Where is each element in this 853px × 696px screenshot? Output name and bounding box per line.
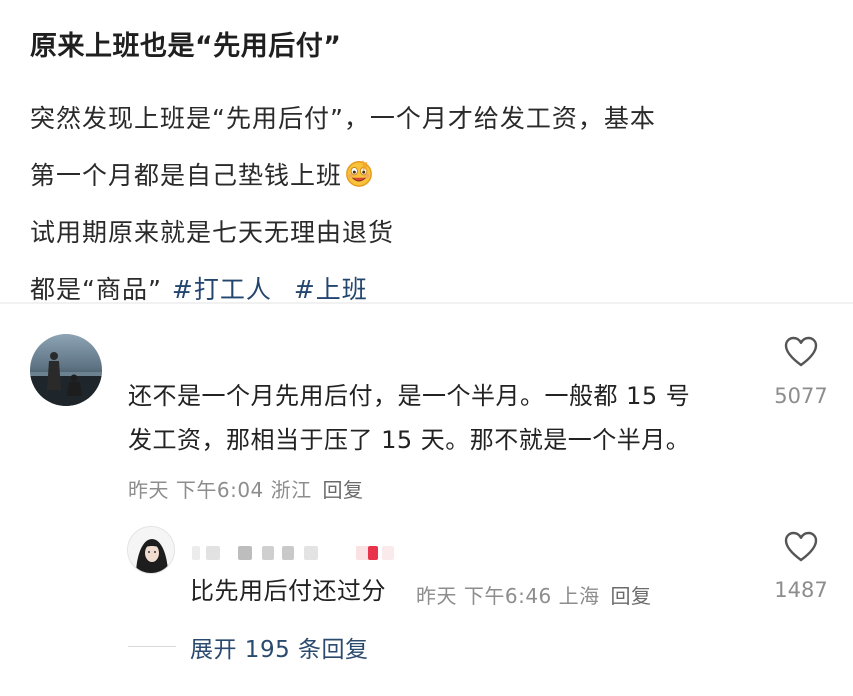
- post-line-text: 都是“商品”: [30, 275, 162, 304]
- post-body: 突然发现上班是“先用后付”，一个月才给发工资，基本 第一个月都是自己垫钱上班 试…: [30, 90, 656, 318]
- like-count: 1487: [774, 578, 828, 602]
- comment-text: 还不是一个月先用后付，是一个半月。一般都 15 号 发工资，那相当于压了 15 …: [128, 374, 690, 462]
- like-button[interactable]: [771, 336, 831, 368]
- blur-block: [192, 546, 200, 560]
- post-line-with-emoji: 第一个月都是自己垫钱上班: [30, 147, 656, 204]
- expand-replies-button[interactable]: 展开 195 条回复: [190, 630, 369, 664]
- comment-time-location: 昨天 下午6:04 浙江: [128, 478, 312, 502]
- reply-meta: 昨天 下午6:46 上海 回复: [416, 580, 652, 609]
- post-line-with-tags: 都是“商品” #打工人 #上班: [30, 261, 656, 318]
- post-title: 原来上班也是“先用后付”: [30, 31, 342, 62]
- like-count: 5077: [774, 384, 828, 408]
- reply-text: 比先用后付还过分: [190, 577, 386, 605]
- post-line: 试用期原来就是七天无理由退货: [30, 218, 395, 247]
- avatar[interactable]: [30, 334, 102, 406]
- avatar-photo-icon: [128, 527, 174, 573]
- blur-block: [262, 546, 274, 560]
- avatar[interactable]: [127, 526, 175, 574]
- comment-line: 发工资，那相当于压了 15 天。那不就是一个半月。: [128, 426, 691, 454]
- reply-button[interactable]: 回复: [323, 478, 364, 502]
- expand-divider: [128, 646, 176, 647]
- reply-button[interactable]: 回复: [611, 584, 652, 608]
- avatar-photo-icon: [30, 352, 102, 406]
- blur-block: [368, 546, 378, 560]
- comment-meta: 昨天 下午6:04 浙江 回复: [128, 474, 364, 503]
- money-face-emoji-icon: [346, 159, 372, 187]
- post-line: 突然发现上班是“先用后付”，一个月才给发工资，基本: [30, 104, 656, 133]
- like-button[interactable]: [771, 531, 831, 563]
- divider: [0, 302, 853, 304]
- post-line-text: 第一个月都是自己垫钱上班: [30, 161, 343, 190]
- blur-block: [206, 546, 220, 560]
- heart-outline-icon: [784, 531, 818, 562]
- heart-outline-icon: [784, 336, 818, 367]
- hashtag-link[interactable]: #打工人: [172, 275, 272, 304]
- blur-block: [304, 546, 318, 560]
- hashtag-link[interactable]: #上班: [294, 275, 368, 304]
- blur-block: [238, 546, 252, 560]
- blur-block: [282, 546, 294, 560]
- comment-line: 还不是一个月先用后付，是一个半月。一般都 15 号: [128, 382, 691, 410]
- blur-block: [382, 546, 394, 560]
- post: 原来上班也是“先用后付” 突然发现上班是“先用后付”，一个月才给发工资，基本 第…: [0, 0, 853, 305]
- reply-time-location: 昨天 下午6:46 上海: [416, 584, 600, 608]
